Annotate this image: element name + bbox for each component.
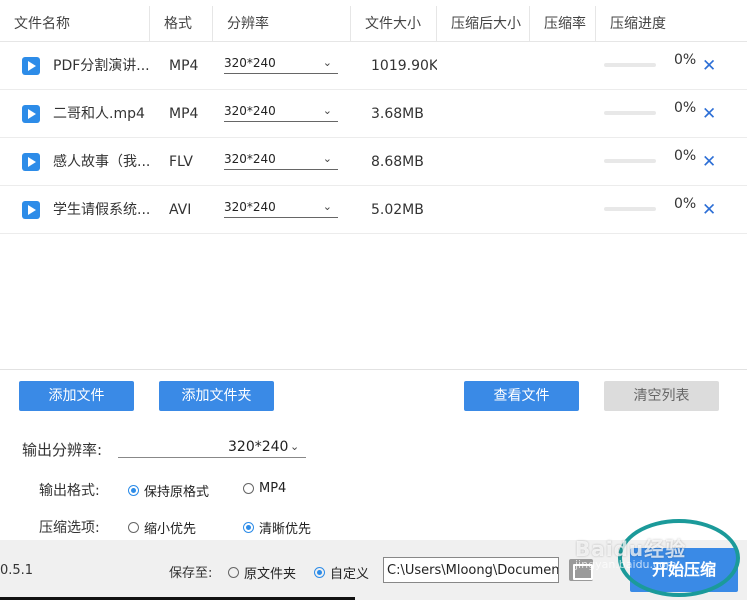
compressed-size <box>450 90 520 138</box>
video-file-icon <box>22 153 40 171</box>
file-format: MP4 <box>169 106 199 122</box>
radio-selected-icon <box>243 522 254 533</box>
file-format: MP4 <box>169 58 199 74</box>
output-resolution-value: 320*240 <box>228 439 289 455</box>
view-file-button[interactable]: 查看文件 <box>464 381 579 411</box>
table-row[interactable]: 感人故事（我... FLV 320*240 ⌄ 8.68MB 0% ✕ <box>0 138 747 186</box>
radio-unselected-icon <box>128 522 139 533</box>
save-custom-radio[interactable]: 自定义 <box>314 563 369 582</box>
format-keep-original-radio[interactable]: 保持原格式 <box>128 481 209 500</box>
progress-percent: 0% <box>674 148 697 164</box>
column-header-progress[interactable]: 压缩进度 <box>596 6 747 42</box>
add-folder-button[interactable]: 添加文件夹 <box>159 381 274 411</box>
file-name: PDF分割演讲... <box>53 58 150 74</box>
save-path-input[interactable] <box>383 557 559 583</box>
table-row[interactable]: PDF分割演讲... MP4 320*240 ⌄ 1019.90KB 0% ✕ <box>0 42 747 90</box>
table-row[interactable]: 学生请假系统... AVI 320*240 ⌄ 5.02MB 0% ✕ <box>0 186 747 234</box>
remove-icon[interactable]: ✕ <box>702 90 716 138</box>
column-header-compressed-size[interactable]: 压缩后大小 <box>437 6 530 42</box>
file-size: 3.68MB <box>371 106 424 122</box>
video-file-icon <box>22 201 40 219</box>
progress-percent: 0% <box>674 196 697 212</box>
table-header: 文件名称 格式 分辨率 文件大小 压缩后大小 压缩率 压缩进度 <box>0 6 747 42</box>
remove-icon[interactable]: ✕ <box>702 138 716 186</box>
progress-bar <box>604 159 656 163</box>
compression-ratio <box>545 42 590 90</box>
folder-icon[interactable] <box>569 559 593 581</box>
file-table: 文件名称 格式 分辨率 文件大小 压缩后大小 压缩率 压缩进度 PDF分割演讲.… <box>0 0 747 370</box>
compression-ratio <box>545 90 590 138</box>
file-size: 8.68MB <box>371 154 424 170</box>
column-header-size[interactable]: 文件大小 <box>351 6 437 42</box>
video-file-icon <box>22 57 40 75</box>
radio-unselected-icon <box>228 567 239 578</box>
compression-ratio <box>545 186 590 234</box>
file-name: 二哥和人.mp4 <box>53 106 145 122</box>
footer-bar: 0.5.1 保存至: 原文件夹 自定义 开始压缩 <box>0 540 747 600</box>
chevron-down-icon: ⌄ <box>322 56 332 69</box>
clear-list-button[interactable]: 清空列表 <box>604 381 719 411</box>
progress-bar <box>604 111 656 115</box>
resolution-value: 320*240 <box>224 104 276 118</box>
start-compress-button[interactable]: 开始压缩 <box>630 548 738 592</box>
radio-label: 保持原格式 <box>144 485 210 500</box>
progress-bar <box>604 63 656 67</box>
save-original-folder-radio[interactable]: 原文件夹 <box>228 563 296 582</box>
output-resolution-label: 输出分辨率: <box>22 441 103 459</box>
resolution-select[interactable]: 320*240 ⌄ <box>224 196 338 218</box>
file-size: 1019.90KB <box>371 58 437 74</box>
compress-clarity-first-radio[interactable]: 清晰优先 <box>243 518 311 537</box>
compress-size-first-radio[interactable]: 缩小优先 <box>128 518 196 537</box>
chevron-down-icon: ⌄ <box>322 152 332 165</box>
progress-bar <box>604 207 656 211</box>
radio-label: 清晰优先 <box>259 522 312 537</box>
resolution-select[interactable]: 320*240 ⌄ <box>224 148 338 170</box>
column-header-resolution[interactable]: 分辨率 <box>213 6 351 42</box>
compress-option-label: 压缩选项: <box>39 520 100 536</box>
save-to-label: 保存至: <box>169 566 213 581</box>
compression-ratio <box>545 138 590 186</box>
resolution-value: 320*240 <box>224 152 276 166</box>
radio-selected-icon <box>128 485 139 496</box>
radio-selected-icon <box>314 567 325 578</box>
resolution-value: 320*240 <box>224 56 276 70</box>
radio-label: 自定义 <box>330 567 370 582</box>
add-file-button[interactable]: 添加文件 <box>19 381 134 411</box>
chevron-down-icon: ⌄ <box>290 440 300 453</box>
resolution-select[interactable]: 320*240 ⌄ <box>224 100 338 122</box>
chevron-down-icon: ⌄ <box>322 200 332 213</box>
format-mp4-radio[interactable]: MP4 <box>243 481 286 496</box>
file-size: 5.02MB <box>371 202 424 218</box>
version-text: 0.5.1 <box>0 563 34 578</box>
compressed-size <box>450 138 520 186</box>
table-row[interactable]: 二哥和人.mp4 MP4 320*240 ⌄ 3.68MB 0% ✕ <box>0 90 747 138</box>
file-name: 学生请假系统... <box>53 202 150 218</box>
remove-icon[interactable]: ✕ <box>702 42 716 90</box>
compressed-size <box>450 42 520 90</box>
progress-percent: 0% <box>674 100 697 116</box>
radio-label: MP4 <box>259 481 287 496</box>
file-name: 感人故事（我... <box>53 154 150 170</box>
remove-icon[interactable]: ✕ <box>702 186 716 234</box>
resolution-value: 320*240 <box>224 200 276 214</box>
radio-label: 原文件夹 <box>244 567 297 582</box>
resolution-select[interactable]: 320*240 ⌄ <box>224 52 338 74</box>
file-format: AVI <box>169 202 192 218</box>
progress-percent: 0% <box>674 52 697 68</box>
chevron-down-icon: ⌄ <box>322 104 332 117</box>
radio-unselected-icon <box>243 483 254 494</box>
file-format: FLV <box>169 154 193 170</box>
column-header-ratio[interactable]: 压缩率 <box>530 6 596 42</box>
compressed-size <box>450 186 520 234</box>
radio-label: 缩小优先 <box>144 522 197 537</box>
column-header-format[interactable]: 格式 <box>150 6 213 42</box>
column-header-filename[interactable]: 文件名称 <box>0 6 150 42</box>
output-resolution-select[interactable]: 320*240 ⌄ <box>118 436 306 458</box>
output-format-label: 输出格式: <box>39 483 100 499</box>
video-file-icon <box>22 105 40 123</box>
